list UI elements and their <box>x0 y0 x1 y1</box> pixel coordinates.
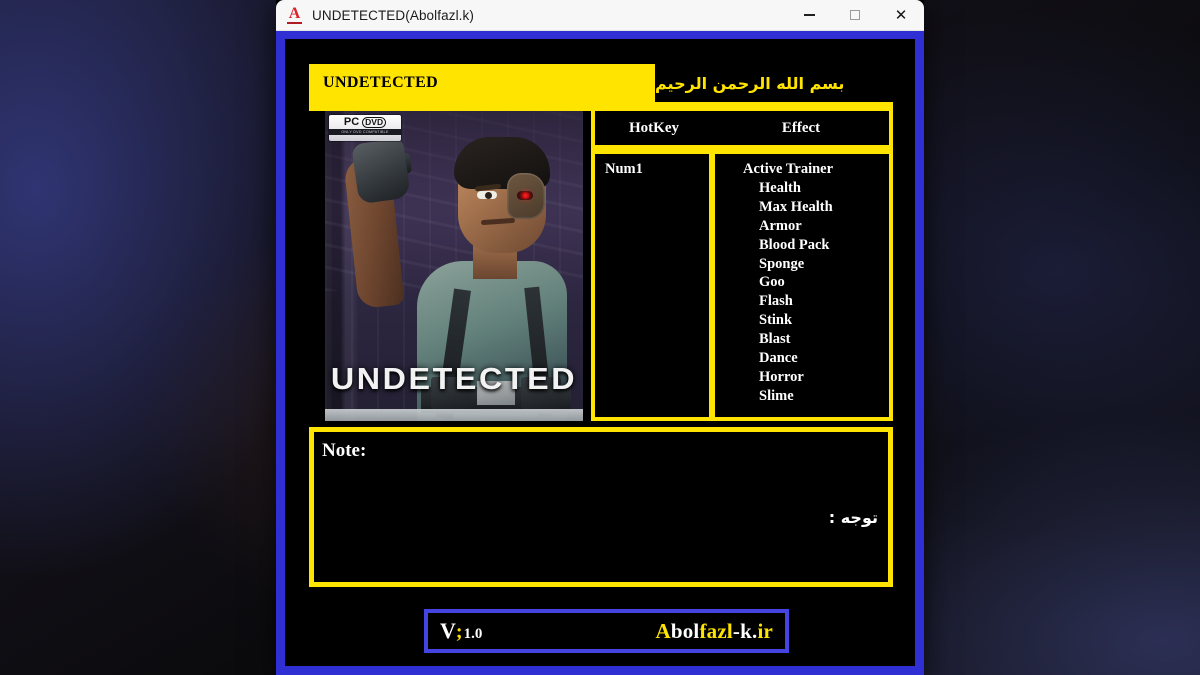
column-header-hotkey: HotKey <box>629 119 679 136</box>
brand-letter-group: bol <box>670 618 700 643</box>
trainer-window: A UNDETECTED(Abolfazl.k) ✕ UNDETECTED بس… <box>276 0 924 675</box>
app-icon-letter: A <box>288 4 301 22</box>
note-label: Note: <box>322 440 367 461</box>
brand-letter-group: fazl <box>699 618 733 643</box>
version-number: 1.0 <box>463 626 483 642</box>
character-red-eye-glow <box>521 192 530 199</box>
effect-item: Blood Pack <box>759 236 830 253</box>
game-cover-art: PC DVD ONLY DVD COMPATIBLE UNDETECTED <box>325 111 583 421</box>
effect-item: Goo <box>759 274 785 291</box>
effect-item: Horror <box>759 368 804 385</box>
badge-dvd-label: DVD <box>362 117 387 128</box>
pc-dvd-badge-row: PC DVD <box>343 116 387 128</box>
version-display: V; 1.0 <box>440 618 482 644</box>
app-icon-bar <box>287 21 302 24</box>
brand-letter-group: A <box>655 618 671 643</box>
effect-item: Max Health <box>759 198 833 215</box>
cover-wordmark: UNDETECTED <box>330 361 578 396</box>
effect-item: Active Trainer <box>743 161 834 177</box>
maximize-icon <box>850 10 860 20</box>
window-blue-frame: UNDETECTED بسم الله الرحمن الرحيم PC DVD… <box>276 31 924 675</box>
effect-item: Armor <box>759 217 802 234</box>
maximize-button[interactable] <box>832 0 878 31</box>
effect-list[interactable]: Active Trainer Health Max Health Armor B… <box>715 154 889 417</box>
hotkey-table-frame: HotKey Effect Num1 Active Trainer Health <box>591 102 893 421</box>
version-separator: ; <box>455 621 463 643</box>
hotkey-list[interactable]: Num1 <box>595 154 709 417</box>
brand-letter-group: -k. <box>732 618 758 643</box>
brand-logo[interactable]: Abolfazl-k.ir <box>655 619 773 644</box>
header-row: UNDETECTED بسم الله الرحمن الرحيم <box>309 64 893 102</box>
window-controls: ✕ <box>786 0 924 31</box>
bismillah-text: بسم الله الرحمن الرحيم <box>655 73 845 93</box>
close-icon: ✕ <box>894 6 908 24</box>
window-titlebar[interactable]: A UNDETECTED(Abolfazl.k) ✕ <box>276 0 924 31</box>
hotkey-table-header: HotKey Effect <box>595 111 889 145</box>
effect-item: Dance <box>759 350 798 367</box>
close-button[interactable]: ✕ <box>878 0 924 31</box>
hotkey-item: Num1 <box>605 161 643 177</box>
character-glove <box>351 137 411 205</box>
effect-item: Slime <box>759 387 794 404</box>
bismillah-panel: بسم الله الرحمن الرحيم <box>655 64 893 102</box>
footer-bar: V; 1.0 Abolfazl-k.ir <box>424 609 789 653</box>
column-header-effect-cell: Effect <box>713 111 889 145</box>
trainer-canvas: UNDETECTED بسم الله الرحمن الرحيم PC DVD… <box>285 39 915 666</box>
pc-dvd-badge: PC DVD ONLY DVD COMPATIBLE <box>329 115 401 141</box>
effect-item: Health <box>759 179 801 196</box>
game-title-label: UNDETECTED <box>323 74 439 91</box>
effect-item: Flash <box>759 293 793 310</box>
note-label-persian: توجه : <box>828 508 878 527</box>
brand-letter-group: ir <box>757 618 773 643</box>
badge-pc-label: PC <box>343 116 360 128</box>
note-box: Note: توجه : <box>309 427 893 587</box>
minimize-icon <box>803 14 815 16</box>
window-title: UNDETECTED(Abolfazl.k) <box>312 7 474 23</box>
column-header-hotkey-cell: HotKey <box>595 111 713 145</box>
character-pupil-left <box>485 192 492 199</box>
header-title-panel: UNDETECTED <box>309 64 655 102</box>
badge-note-label: ONLY DVD COMPATIBLE <box>329 129 401 135</box>
hotkey-table-body: Num1 Active Trainer Health Max Health Ar… <box>595 154 889 417</box>
cover-bottom-strip <box>325 409 583 421</box>
app-a-icon: A <box>286 4 303 24</box>
mid-section: PC DVD ONLY DVD COMPATIBLE UNDETECTED Ho… <box>309 102 893 423</box>
column-header-effect: Effect <box>781 119 821 136</box>
minimize-button[interactable] <box>786 0 832 31</box>
effect-item: Sponge <box>759 255 805 272</box>
effect-item: Blast <box>759 331 791 348</box>
version-v: V <box>440 618 456 643</box>
effect-item: Stink <box>759 312 793 329</box>
